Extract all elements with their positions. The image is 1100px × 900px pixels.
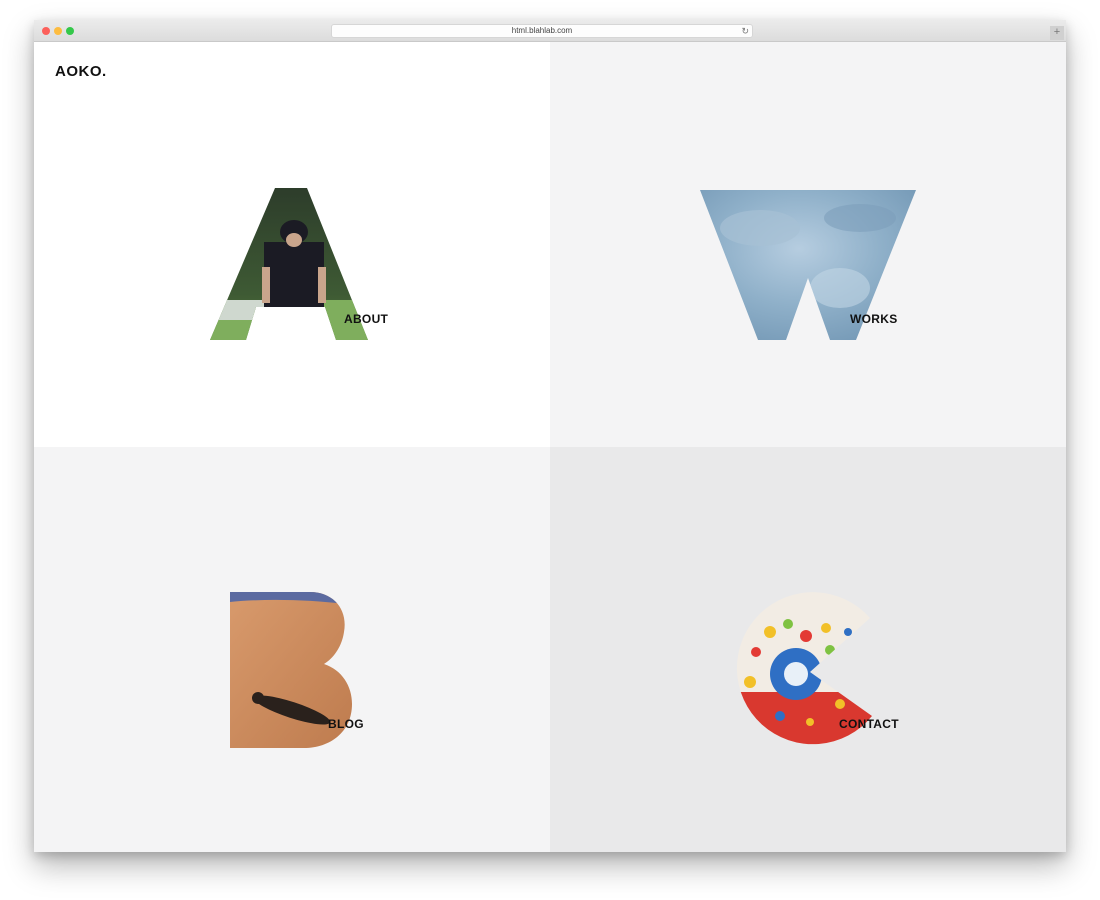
browser-window: html.blahlab.com ↻ + AOKO. ABOUT WORKS B… <box>34 20 1066 852</box>
panel-works[interactable]: WORKS <box>550 42 1066 447</box>
panel-about[interactable]: AOKO. ABOUT <box>34 42 550 447</box>
new-tab-button[interactable]: + <box>1050 26 1064 40</box>
minimize-window-button[interactable] <box>54 27 62 35</box>
nav-link-about[interactable]: ABOUT <box>344 312 388 326</box>
site-logo[interactable]: AOKO. <box>55 63 107 80</box>
address-bar-url: html.blahlab.com <box>511 26 573 35</box>
panel-contact[interactable]: CONTACT <box>550 447 1066 852</box>
zoom-window-button[interactable] <box>66 27 74 35</box>
browser-titlebar: html.blahlab.com ↻ + <box>34 20 1066 42</box>
reload-icon[interactable]: ↻ <box>741 26 749 37</box>
close-window-button[interactable] <box>42 27 50 35</box>
page-content: AOKO. ABOUT WORKS BLOG CONTACT <box>34 42 1066 852</box>
address-bar[interactable]: html.blahlab.com ↻ <box>331 24 753 38</box>
panel-blog[interactable]: BLOG <box>34 447 550 852</box>
nav-link-contact[interactable]: CONTACT <box>839 717 899 731</box>
nav-link-works[interactable]: WORKS <box>850 312 898 326</box>
nav-link-blog[interactable]: BLOG <box>328 717 364 731</box>
